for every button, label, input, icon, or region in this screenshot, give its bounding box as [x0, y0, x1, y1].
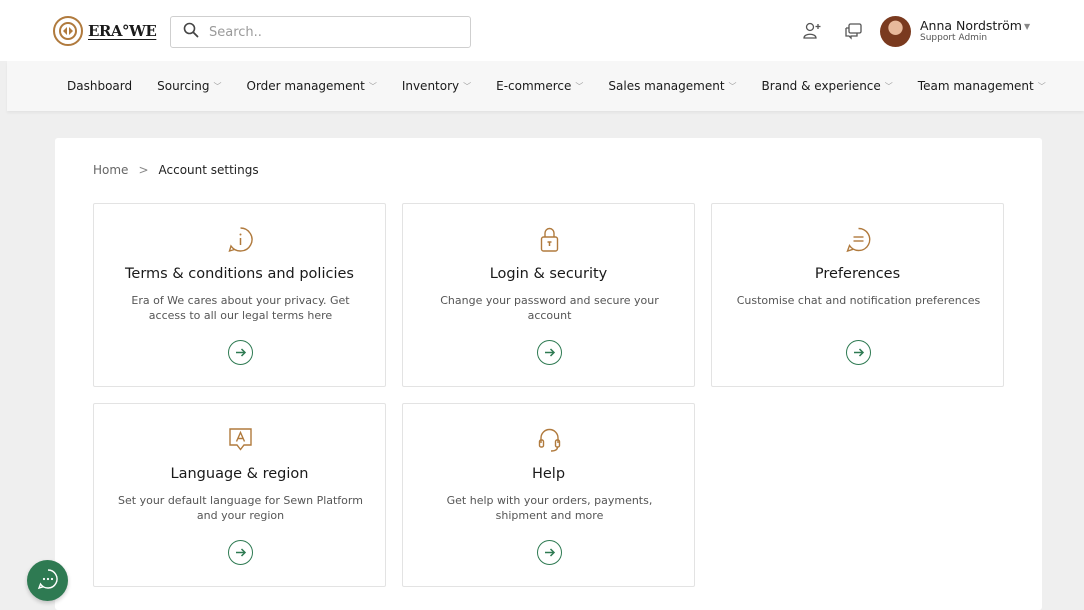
- nav-item-sourcing[interactable]: Sourcing ﹀: [157, 79, 221, 93]
- top-header: ERA°WE Anna Nordström Support Admin ▼: [0, 0, 1084, 61]
- nav-item-team-management[interactable]: Team management ﹀: [918, 79, 1046, 93]
- chat-icon: [37, 568, 59, 594]
- card-preferences[interactable]: Preferences Customise chat and notificat…: [711, 203, 1004, 387]
- card-description: Get help with your orders, payments, shi…: [446, 494, 653, 522]
- logo-emblem-icon: [53, 16, 83, 46]
- breadcrumb-home-link[interactable]: Home: [93, 163, 128, 177]
- avatar[interactable]: [880, 16, 911, 47]
- breadcrumb: Home > Account settings: [93, 163, 259, 177]
- user-role: Support Admin: [920, 33, 988, 43]
- chevron-down-icon: ﹀: [368, 81, 377, 91]
- main-nav: Dashboard Sourcing ﹀ Order management ﹀ In…: [7, 61, 1084, 111]
- card-title: Help: [531, 466, 566, 482]
- account-settings-panel: Home > Account settings Terms & conditio…: [55, 138, 1042, 610]
- add-user-icon[interactable]: [802, 21, 822, 45]
- chevron-down-icon: ﹀: [463, 81, 472, 91]
- nav-item-dashboard[interactable]: Dashboard: [67, 79, 132, 93]
- language-icon: [227, 426, 254, 453]
- breadcrumb-current: Account settings: [158, 163, 259, 177]
- user-name: Anna Nordström: [920, 18, 1022, 33]
- card-title: Terms & conditions and policies: [125, 266, 354, 282]
- search-icon: [183, 22, 199, 42]
- card-description: Customise chat and notification preferen…: [736, 294, 981, 307]
- card-title: Login & security: [489, 266, 608, 282]
- logo-text: ERA°WE: [88, 22, 157, 40]
- chevron-down-icon: ﹀: [575, 81, 584, 91]
- card-title: Language & region: [170, 466, 309, 482]
- chevron-down-icon: ﹀: [884, 81, 893, 91]
- search-input[interactable]: [209, 24, 449, 40]
- search-box[interactable]: [170, 16, 471, 48]
- card-language-region[interactable]: Language & region Set your default langu…: [93, 403, 386, 587]
- card-description: Era of We cares about your privacy. Get …: [131, 294, 350, 322]
- lock-icon: [536, 226, 563, 253]
- brand-logo[interactable]: ERA°WE: [53, 16, 157, 46]
- info-icon: [227, 226, 254, 253]
- arrow-right-icon[interactable]: [537, 340, 562, 365]
- card-description: Set your default language for Sewn Platf…: [118, 494, 363, 522]
- card-terms-policies[interactable]: Terms & conditions and policies Era of W…: [93, 203, 386, 387]
- card-help[interactable]: Help Get help with your orders, payments…: [402, 403, 695, 587]
- chevron-down-icon: ﹀: [213, 81, 222, 91]
- nav-item-brand-experience[interactable]: Brand & experience ﹀: [762, 79, 893, 93]
- arrow-right-icon[interactable]: [228, 540, 253, 565]
- messages-icon[interactable]: [844, 21, 864, 45]
- nav-item-order-management[interactable]: Order management ﹀: [247, 79, 377, 93]
- chevron-down-icon: ﹀: [728, 81, 737, 91]
- user-menu[interactable]: Anna Nordström Support Admin: [920, 19, 1022, 44]
- nav-item-e-commerce[interactable]: E-commerce ﹀: [496, 79, 583, 93]
- chat-button[interactable]: [27, 560, 68, 601]
- breadcrumb-separator: >: [138, 163, 149, 177]
- arrow-right-icon[interactable]: [228, 340, 253, 365]
- nav-item-sales-management[interactable]: Sales management ﹀: [608, 79, 736, 93]
- card-title: Preferences: [814, 266, 901, 282]
- headset-icon: [536, 426, 563, 453]
- arrow-right-icon[interactable]: [846, 340, 871, 365]
- arrow-right-icon[interactable]: [537, 540, 562, 565]
- chat-bubble-icon: [845, 226, 872, 253]
- nav-item-inventory[interactable]: Inventory ﹀: [402, 79, 471, 93]
- user-caret-icon[interactable]: ▼: [1024, 22, 1030, 31]
- chevron-down-icon: ﹀: [1037, 81, 1046, 91]
- card-login-security[interactable]: Login & security Change your password an…: [402, 203, 695, 387]
- card-description: Change your password and secure your acc…: [440, 294, 659, 322]
